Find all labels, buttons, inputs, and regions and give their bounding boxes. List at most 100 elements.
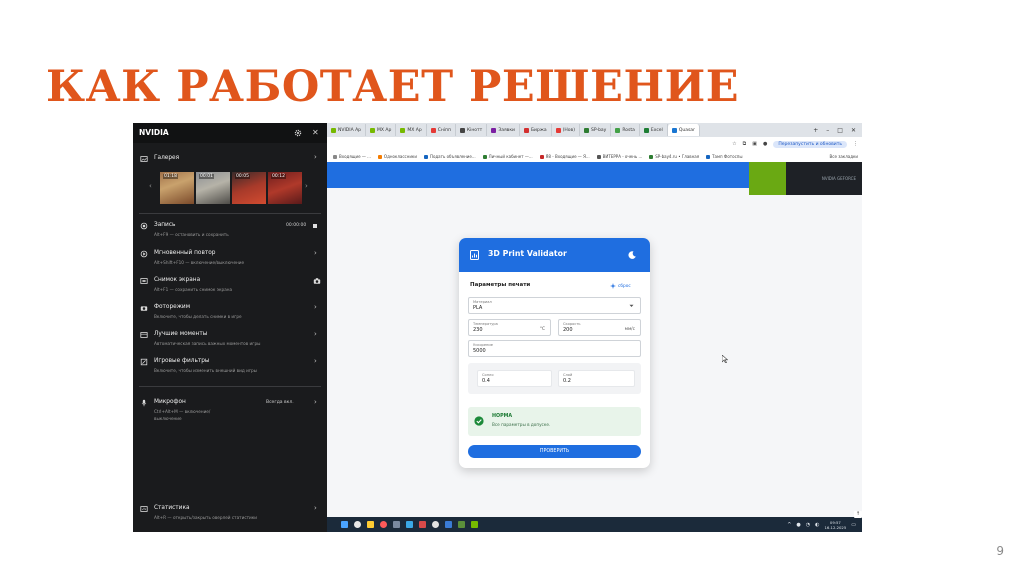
reset-button[interactable]: сброс [610, 283, 631, 289]
bookmark-item[interactable]: Входящие — ... [333, 154, 371, 159]
photo-mode-chevron-icon[interactable]: › [314, 303, 317, 311]
star-icon[interactable]: ☆ [732, 141, 736, 147]
notification-icon[interactable]: ▭ [851, 522, 856, 528]
relaunch-button[interactable]: Перезапустить и обновить [773, 140, 847, 148]
tab-label: SP-bay [590, 127, 607, 133]
taskbar-clock[interactable]: 09:57 16.12.2025 [825, 520, 847, 530]
check-button[interactable]: ПРОВЕРИТЬ [468, 445, 641, 458]
nvidia-icon[interactable] [471, 521, 478, 528]
extensions-icon[interactable]: ⧉ [743, 141, 747, 147]
browser-tab[interactable]: MX Ap [396, 124, 427, 136]
app-icon[interactable] [419, 521, 426, 528]
embedded-screenshot: NVIDIA Ap MX Ap MX Ap Сніпп Кінотт Заявки Бирж… [133, 123, 862, 532]
divider [139, 213, 321, 214]
gallery-thumbnail[interactable]: 01:18 [160, 172, 194, 204]
gallery-next-icon[interactable]: › [305, 182, 308, 190]
highlights-chevron-icon[interactable]: › [314, 330, 317, 338]
highlights-icon [140, 332, 148, 338]
browser-tab[interactable]: NVIDIA Ap [327, 124, 367, 136]
profile-icon[interactable]: ● [763, 141, 767, 147]
bookmark-item[interactable]: ВИТЕРРА - очень ... [596, 154, 642, 159]
statistics-title[interactable]: Статистика [154, 505, 190, 511]
bookmark-item[interactable]: Одноклассники [377, 154, 417, 159]
yandex-icon[interactable] [380, 521, 387, 528]
browser-tab-bar: NVIDIA Ap MX Ap MX Ap Сніпп Кінотт Заявки Бирж… [327, 123, 862, 137]
browser-tab[interactable]: SP-bay [580, 124, 612, 136]
browser-tab[interactable]: Кінотт [456, 124, 488, 136]
speed-field[interactable]: Скорость 200 мм/с [558, 319, 641, 336]
microphone-chevron-icon[interactable]: › [314, 398, 317, 406]
stop-icon[interactable] [313, 224, 317, 228]
minimize-icon[interactable]: – [826, 127, 829, 134]
menu-icon[interactable]: ⋮ [853, 141, 858, 147]
network-icon[interactable]: ◔ [806, 522, 810, 528]
search-icon[interactable] [354, 521, 361, 528]
camera-icon[interactable] [313, 277, 321, 285]
statistics-chevron-icon[interactable]: › [314, 504, 317, 512]
reset-label: сброс [618, 283, 631, 289]
all-bookmarks-button[interactable]: Все закладки [830, 154, 862, 159]
acceleration-field[interactable]: Ускорение 5000 [468, 340, 641, 357]
app-icon[interactable] [445, 521, 452, 528]
tab-favicon-icon [523, 127, 529, 133]
screenshot-title[interactable]: Снимок экрана [154, 277, 200, 283]
browser-tab[interactable]: Сніпп [427, 124, 456, 136]
steam-icon[interactable] [393, 521, 400, 528]
browser-tab[interactable]: Excel [640, 124, 668, 136]
close-icon[interactable]: ✕ [312, 126, 319, 140]
gallery-thumbnail[interactable]: 00:01 [196, 172, 230, 204]
gallery-chevron-icon[interactable]: › [314, 153, 317, 161]
gallery-thumbnail[interactable]: 00:12 [268, 172, 302, 204]
bookmark-item[interactable]: SP-bay4.ru • Главная [649, 154, 699, 159]
bookmark-favicon-icon [649, 154, 654, 159]
browser-tab[interactable]: Quasar [667, 124, 700, 136]
browser-tab[interactable]: (Нов) [552, 124, 580, 136]
browser-tab[interactable]: Заявки [487, 124, 520, 136]
game-filters-title[interactable]: Игровые фильтры [154, 358, 210, 364]
tab-label: Сніпп [437, 127, 451, 133]
microphone-mode[interactable]: Всегда вкл. [266, 400, 294, 405]
gear-icon[interactable] [294, 129, 302, 137]
layer-field[interactable]: Слой 0.2 [558, 370, 635, 387]
volume-icon[interactable]: ◐ [815, 522, 819, 528]
browser-tab[interactable]: MX Ap [366, 124, 397, 136]
status-title: НОРМА [492, 414, 513, 419]
chevron-up-icon[interactable]: ^ [787, 522, 791, 528]
add-tab-icon[interactable]: + [813, 127, 818, 134]
bookmark-item[interactable]: Тамп Фотоспы [706, 154, 743, 159]
tab-favicon-icon [400, 127, 406, 133]
record-title[interactable]: Запись [154, 222, 175, 228]
material-select[interactable]: Материал PLA [468, 297, 641, 314]
temperature-field[interactable]: Температура 230 °C [468, 319, 551, 336]
instant-replay-title[interactable]: Мгновенный повтор [154, 250, 216, 256]
highlights-title[interactable]: Лучшие моменты [154, 331, 207, 337]
app-icon[interactable] [458, 521, 465, 528]
record-icon [140, 222, 148, 230]
tab-favicon-icon [331, 127, 336, 133]
browser-tab[interactable]: Биржа [520, 124, 552, 136]
start-icon[interactable] [341, 521, 348, 528]
instant-replay-chevron-icon[interactable]: › [314, 249, 317, 257]
taskbar-overflow-icon[interactable]: ↑ [854, 511, 862, 518]
nvidia-overlay-sidebar: NVIDIA ✕ Галерея › ‹ 01:18 00:01 00:05 0… [133, 123, 327, 532]
bookmark-item[interactable]: Личный кабинет —... [482, 154, 533, 159]
mic-tray-icon[interactable]: ● [796, 522, 800, 528]
maximize-icon[interactable]: □ [837, 127, 843, 134]
mouse-cursor-icon [722, 355, 728, 363]
nozzle-field[interactable]: Сопло 0.4 [477, 370, 552, 387]
gallery-thumbnail[interactable]: 00:05 [232, 172, 266, 204]
gallery-title[interactable]: Галерея [154, 155, 179, 161]
photo-mode-title[interactable]: Фоторежим [154, 304, 190, 310]
gallery-prev-icon[interactable]: ‹ [149, 182, 152, 190]
browser-tab[interactable]: Rosta [611, 124, 640, 136]
microphone-title[interactable]: Микрофон [154, 399, 186, 405]
bookmark-item[interactable]: Подать объявление... [423, 154, 476, 159]
game-filters-chevron-icon[interactable]: › [314, 357, 317, 365]
explorer-icon[interactable] [367, 521, 374, 528]
bookmark-item[interactable]: Я8 - Входящие — Я... [539, 154, 590, 159]
split-icon[interactable]: ▣ [752, 141, 757, 147]
telegram-icon[interactable] [406, 521, 413, 528]
close-window-icon[interactable]: ✕ [851, 127, 856, 134]
dark-mode-moon-icon[interactable] [627, 250, 637, 260]
chrome-icon[interactable] [432, 521, 439, 528]
